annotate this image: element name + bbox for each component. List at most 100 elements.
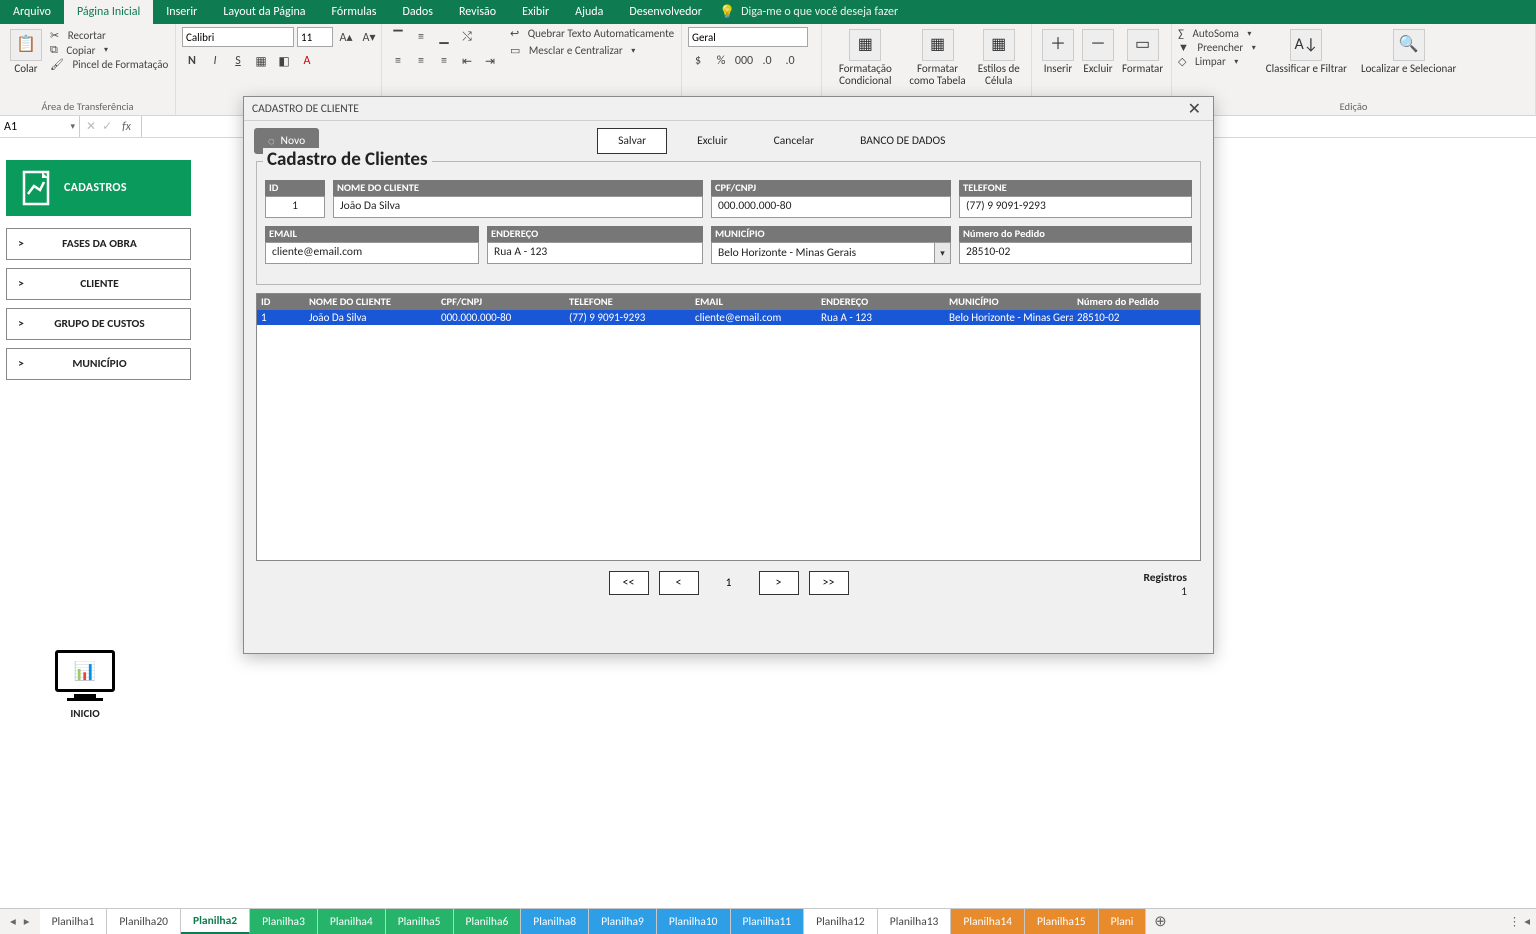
clear-button[interactable]: ◇ Limpar ▾ xyxy=(1178,55,1256,68)
sheet-tab[interactable]: Planilha2 xyxy=(181,909,250,934)
tab-arquivo[interactable]: Arquivo xyxy=(0,0,64,24)
sheet-tab[interactable]: Planilha10 xyxy=(657,909,731,934)
align-bottom-icon[interactable]: ▁ xyxy=(434,27,454,47)
last-page-button[interactable]: >> xyxy=(809,571,849,595)
telefone-field[interactable]: (77) 9 9091-9293 xyxy=(959,196,1192,218)
format-as-table-button[interactable]: ▦Formatar como Tabela xyxy=(903,27,973,89)
sheet-tab[interactable]: Planilha6 xyxy=(454,909,522,934)
name-box[interactable]: A1▾ xyxy=(0,116,80,137)
prev-page-button[interactable]: < xyxy=(659,571,699,595)
sidebar-item-cliente[interactable]: >CLIENTE xyxy=(6,268,191,300)
inc-decimal-icon[interactable]: .0 xyxy=(757,51,777,71)
sheet-tab[interactable]: Planilha3 xyxy=(250,909,318,934)
paste-button[interactable]: 📋 Colar xyxy=(6,27,46,77)
close-icon[interactable]: ✕ xyxy=(1184,99,1205,119)
next-page-button[interactable]: > xyxy=(759,571,799,595)
pedido-field[interactable]: 28510-02 xyxy=(959,242,1192,264)
sheet-tab[interactable]: Planilha14 xyxy=(951,909,1025,934)
email-field[interactable]: cliente@email.com xyxy=(265,242,479,264)
sheet-tab[interactable]: Planilha11 xyxy=(731,909,805,934)
cpf-field[interactable]: 000.000.000-80 xyxy=(711,196,951,218)
first-page-button[interactable]: << xyxy=(609,571,649,595)
grid-row[interactable]: 1 João Da Silva 000.000.000-80 (77) 9 90… xyxy=(257,310,1200,325)
tab-scroll-left-icon[interactable]: ◂ xyxy=(1524,914,1530,929)
dec-decimal-icon[interactable]: .0 xyxy=(780,51,800,71)
align-right-icon[interactable]: ≡ xyxy=(434,51,454,71)
number-format-select[interactable] xyxy=(688,27,808,47)
tab-layout[interactable]: Layout da Página xyxy=(210,0,318,24)
merge-center-button[interactable]: ▭ Mesclar e Centralizar ▾ xyxy=(510,44,674,57)
indent-dec-icon[interactable]: ⇤ xyxy=(457,51,477,71)
nome-field[interactable]: João Da Silva xyxy=(333,196,703,218)
currency-icon[interactable]: $ xyxy=(688,51,708,71)
salvar-button[interactable]: Salvar xyxy=(597,128,667,154)
percent-icon[interactable]: % xyxy=(711,51,731,71)
align-left-icon[interactable]: ≡ xyxy=(388,51,408,71)
tab-desenvolvedor[interactable]: Desenvolvedor xyxy=(616,0,715,24)
sidebar-item-grupo-de-custos[interactable]: >GRUPO DE CUSTOS xyxy=(6,308,191,340)
indent-inc-icon[interactable]: ⇥ xyxy=(480,51,500,71)
sheet-tab[interactable]: Planilha13 xyxy=(878,909,952,934)
align-top-icon[interactable]: ▔ xyxy=(388,27,408,47)
sheet-tab[interactable]: Planilha8 xyxy=(521,909,589,934)
fill-color-button[interactable]: ◧ xyxy=(274,51,294,71)
tab-formulas[interactable]: Fórmulas xyxy=(319,0,390,24)
font-color-button[interactable]: A xyxy=(297,51,317,71)
autosum-button[interactable]: ∑ AutoSoma ▾ xyxy=(1178,27,1256,40)
wrap-text-button[interactable]: ↩ Quebrar Texto Automaticamente xyxy=(510,27,674,40)
tab-ajuda[interactable]: Ajuda xyxy=(562,0,616,24)
copy-button[interactable]: ⧉ Copiar ▾ xyxy=(50,43,168,57)
tell-me-search[interactable]: 💡 Diga-me o que você deseja fazer xyxy=(719,0,898,24)
sort-filter-button[interactable]: A↓Classificar e Filtrar xyxy=(1262,27,1351,77)
banco-de-dados-button[interactable]: BANCO DE DADOS xyxy=(844,129,961,153)
tab-revisao[interactable]: Revisão xyxy=(446,0,509,24)
inicio-button[interactable]: 📊 INICIO xyxy=(55,650,115,720)
municipio-select[interactable]: Belo Horizonte - Minas Gerais ▾ xyxy=(711,242,951,264)
conditional-formatting-button[interactable]: ▦Formatação Condicional xyxy=(828,27,903,89)
excluir-button[interactable]: Excluir xyxy=(681,129,744,153)
sheet-tab[interactable]: Planilha4 xyxy=(318,909,386,934)
sheet-tab[interactable]: Planilha20 xyxy=(107,909,181,934)
sheet-tab[interactable]: Planilha15 xyxy=(1025,909,1099,934)
accept-formula-icon[interactable]: ✓ xyxy=(102,119,112,134)
tab-exibir[interactable]: Exibir xyxy=(509,0,562,24)
font-size-select[interactable] xyxy=(297,27,333,47)
find-select-button[interactable]: 🔍Localizar e Selecionar xyxy=(1357,27,1460,77)
bold-button[interactable]: N xyxy=(182,51,202,71)
sidebar-item-fases-da-obra[interactable]: >FASES DA OBRA xyxy=(6,228,191,260)
tab-pagina-inicial[interactable]: Página Inicial xyxy=(64,0,153,24)
sheet-tab[interactable]: Plani xyxy=(1099,909,1147,934)
sidebar-item-municipio[interactable]: >MUNICÍPIO xyxy=(6,348,191,380)
align-middle-icon[interactable]: ≡ xyxy=(411,27,431,47)
cancelar-button[interactable]: Cancelar xyxy=(758,129,830,153)
border-button[interactable]: ▦ xyxy=(251,51,271,71)
increase-font-icon[interactable]: A▴ xyxy=(336,27,356,47)
cells-delete-button[interactable]: －Excluir xyxy=(1078,27,1118,77)
decrease-font-icon[interactable]: A▾ xyxy=(359,27,379,47)
cells-insert-button[interactable]: ＋Inserir xyxy=(1038,27,1078,77)
sheet-tab[interactable]: Planilha9 xyxy=(589,909,657,934)
fx-icon[interactable]: fx xyxy=(118,120,135,134)
endereco-field[interactable]: Rua A - 123 xyxy=(487,242,703,264)
align-center-icon[interactable]: ≡ xyxy=(411,51,431,71)
italic-button[interactable]: I xyxy=(205,51,225,71)
font-name-select[interactable] xyxy=(182,27,294,47)
tab-nav-next-icon[interactable]: ▸ xyxy=(24,914,30,929)
fill-button[interactable]: ▼ Preencher ▾ xyxy=(1178,41,1256,54)
id-field[interactable]: 1 xyxy=(265,196,325,218)
cancel-formula-icon[interactable]: ✕ xyxy=(86,119,96,134)
cut-button[interactable]: ✂ Recortar xyxy=(50,29,168,42)
cell-styles-button[interactable]: ▦Estilos de Célula xyxy=(972,27,1025,89)
thousands-icon[interactable]: 000 xyxy=(734,51,754,71)
format-painter-button[interactable]: 🖌 Pincel de Formatação xyxy=(50,58,168,71)
tab-inserir[interactable]: Inserir xyxy=(153,0,210,24)
tab-nav-prev-icon[interactable]: ◂ xyxy=(10,914,16,929)
underline-button[interactable]: S xyxy=(228,51,248,71)
tab-dados[interactable]: Dados xyxy=(389,0,445,24)
orientation-icon[interactable]: ⤭ xyxy=(457,27,477,47)
add-sheet-button[interactable]: ⊕ xyxy=(1146,909,1174,934)
sheet-tab[interactable]: Planilha5 xyxy=(386,909,454,934)
cells-format-button[interactable]: ▭Formatar xyxy=(1118,27,1167,77)
sheet-tab[interactable]: Planilha1 xyxy=(40,909,108,934)
sheet-tab[interactable]: Planilha12 xyxy=(804,909,878,934)
